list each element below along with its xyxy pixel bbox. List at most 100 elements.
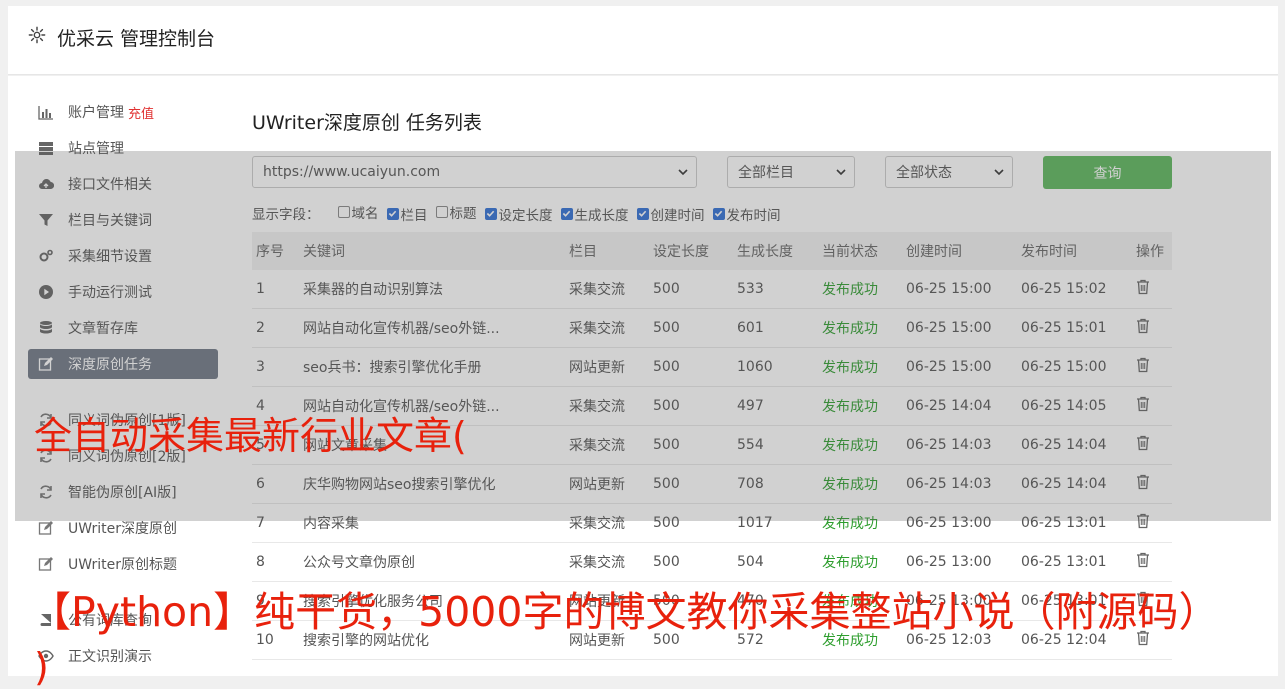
field-checkbox[interactable]: 标题 [435, 202, 477, 222]
checkbox-checked-icon[interactable] [484, 207, 497, 220]
delete-button[interactable] [1132, 386, 1172, 426]
server-icon [39, 142, 53, 155]
table-cell: 06-25 13:01 [1017, 542, 1132, 582]
status-select[interactable]: 全部状态 [885, 156, 1013, 188]
field-checkbox-label: 生成长度 [574, 207, 629, 224]
sidebar-item-public-dictionary[interactable]: 公有词库查询 [28, 605, 218, 635]
sidebar-item-sites[interactable]: 站点管理 [28, 133, 218, 163]
table-cell: 06-25 14:04 [1017, 425, 1132, 465]
table-cell: 网站更新 [565, 581, 649, 621]
table-cell: 06-25 13:00 [902, 503, 1017, 543]
field-checkbox[interactable]: 发布时间 [712, 204, 781, 224]
field-checkbox[interactable]: 生成长度 [560, 204, 629, 224]
sidebar-item-label: 正文识别演示 [68, 649, 152, 665]
refresh-icon [40, 413, 52, 427]
column-header: 操作 [1132, 232, 1172, 270]
sidebar-item-label: 采集细节设置 [68, 249, 152, 265]
trash-icon[interactable] [1136, 279, 1150, 299]
table-cell: 内容采集 [299, 503, 565, 543]
sidebar-item-collect-settings[interactable]: 采集细节设置 [28, 241, 218, 271]
sidebar-item-synonym-v1[interactable]: 同义词伪原创[1版] [28, 405, 218, 435]
sidebar-item-label: 接口文件相关 [68, 177, 152, 193]
field-checkbox[interactable]: 创建时间 [636, 204, 705, 224]
field-checkbox[interactable]: 栏目 [386, 204, 428, 224]
table-cell: 网站更新 [565, 620, 649, 660]
checkbox-unchecked-icon[interactable] [435, 206, 448, 218]
table-cell: 572 [733, 620, 818, 660]
delete-button[interactable] [1132, 270, 1172, 309]
table-cell: 10 [252, 620, 299, 660]
sidebar-item-synonym-v2[interactable]: 同义词伪原创[2版] [28, 441, 218, 471]
edit-icon [38, 521, 53, 535]
sidebar-item-columns-keywords[interactable]: 栏目与关键词 [28, 205, 218, 235]
delete-button[interactable] [1132, 542, 1172, 582]
table-row: 1 采集器的自动识别算法 采集交流 500 533 发布成功 06-25 15:00 06-2… [252, 270, 1172, 309]
table-cell: 发布成功 [818, 270, 902, 309]
sidebar-item-account[interactable]: 账户管理 充值 [28, 97, 218, 127]
display-fields: 显示字段： 域名 栏目 标题 设定长度 生成长度 创建时间 发布时间 [252, 202, 789, 224]
table-cell: 庆华购物网站seo搜索引擎优化 [299, 464, 565, 504]
delete-button[interactable] [1132, 308, 1172, 348]
trash-icon[interactable] [1136, 318, 1150, 338]
table-cell: 采集交流 [565, 425, 649, 465]
sidebar-item-uwriter-title[interactable]: UWriter原创标题 [28, 549, 218, 579]
sidebar-item-manual-test[interactable]: 手动运行测试 [28, 277, 218, 307]
checkbox-checked-icon[interactable] [636, 207, 649, 220]
trash-icon[interactable] [1136, 630, 1150, 650]
delete-button[interactable] [1132, 581, 1172, 621]
checkbox-checked-icon[interactable] [386, 207, 399, 220]
checkbox-checked-icon[interactable] [560, 207, 573, 220]
table-cell: 发布成功 [818, 464, 902, 504]
table-cell: 06-25 12:04 [1017, 620, 1132, 660]
trash-icon[interactable] [1136, 513, 1150, 533]
table-cell: 500 [649, 270, 733, 309]
sidebar-item-api-files[interactable]: 接口文件相关 [28, 169, 218, 199]
sidebar-item-uwriter-deep[interactable]: UWriter深度原创 [28, 513, 218, 543]
refresh-icon [40, 485, 52, 499]
site-select[interactable]: https://www.ucaiyun.com [252, 156, 697, 188]
table-cell: 发布成功 [818, 308, 902, 348]
table-cell: 采集交流 [565, 386, 649, 426]
sidebar-item-article-store[interactable]: 文章暂存库 [28, 313, 218, 343]
field-checkbox-label: 栏目 [400, 207, 428, 224]
sidebar-item-label: 栏目与关键词 [68, 213, 152, 229]
field-checkbox[interactable]: 设定长度 [484, 204, 553, 224]
sidebar-item-text-recognition[interactable]: 正文识别演示 [28, 641, 218, 671]
table-cell: 06-25 15:02 [1017, 270, 1132, 309]
table-cell: 470 [733, 581, 818, 621]
table-header: 序号 关键词 栏目 设定长度 生成长度 当前状态 创建时间 发布时间 操作 [252, 232, 1172, 270]
column-select-value: 全部栏目 [738, 165, 794, 181]
trash-icon[interactable] [1136, 552, 1150, 572]
cogs-icon [39, 249, 53, 262]
trash-icon[interactable] [1136, 357, 1150, 377]
recharge-link[interactable]: 充值 [128, 103, 154, 122]
trash-icon[interactable] [1136, 474, 1150, 494]
checkbox-unchecked-icon[interactable] [337, 206, 350, 218]
table-cell: 9 [252, 581, 299, 621]
table-cell: 采集器的自动识别算法 [299, 270, 565, 309]
trash-icon[interactable] [1136, 591, 1150, 611]
field-checkbox[interactable]: 域名 [337, 202, 379, 222]
trash-icon[interactable] [1136, 396, 1150, 416]
delete-button[interactable] [1132, 464, 1172, 504]
delete-button[interactable] [1132, 503, 1172, 543]
table-row: 10 搜索引擎的网站优化 网站更新 500 572 发布成功 06-25 12:03 06-2… [252, 620, 1172, 660]
sidebar-item-smart-ai[interactable]: 智能伪原创[AI版] [28, 477, 218, 507]
column-header: 设定长度 [649, 232, 733, 270]
checkbox-checked-icon[interactable] [712, 207, 725, 220]
delete-button[interactable] [1132, 425, 1172, 465]
column-select[interactable]: 全部栏目 [727, 156, 855, 188]
table-cell: 500 [649, 620, 733, 660]
delete-button[interactable] [1132, 347, 1172, 387]
sidebar-item-label: UWriter原创标题 [68, 557, 177, 573]
top-bar: 优采云 管理控制台 [8, 6, 1278, 75]
trash-icon[interactable] [1136, 435, 1150, 455]
table-cell: 500 [649, 425, 733, 465]
table-cell: 06-25 14:04 [902, 386, 1017, 426]
edit-icon [38, 357, 53, 371]
sidebar-item-label: 同义词伪原创[2版] [68, 449, 186, 465]
delete-button[interactable] [1132, 620, 1172, 660]
task-table: 序号 关键词 栏目 设定长度 生成长度 当前状态 创建时间 发布时间 操作 1 采集器的自动识别算… [252, 232, 1172, 660]
query-button[interactable]: 查询 [1043, 156, 1172, 189]
sidebar-item-deep-original-task[interactable]: 深度原创任务 [28, 349, 218, 379]
